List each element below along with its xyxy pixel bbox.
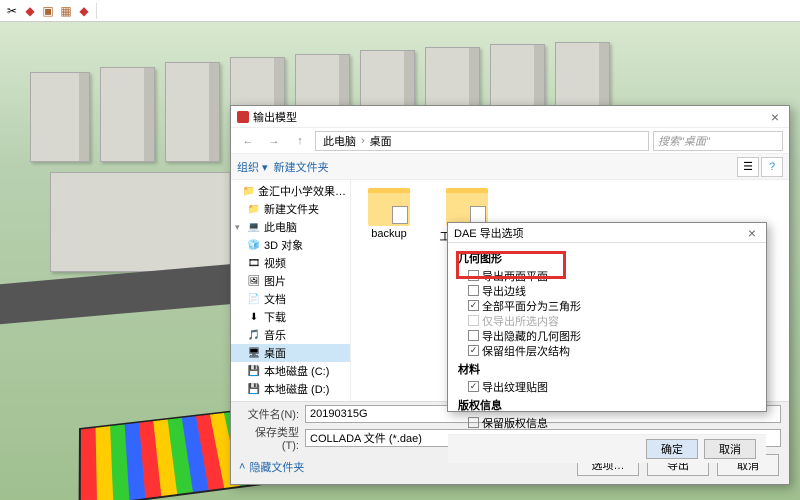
breadcrumb[interactable]: 此电脑 › 桌面	[315, 131, 649, 151]
group-copyright: 版权信息	[458, 397, 756, 413]
app-toolbar: ✂ ◆ ▣ ▦ ◆	[0, 0, 800, 22]
dialog-title: 输出模型	[253, 109, 297, 125]
chk-triangulate[interactable]: 全部平面分为三角形	[458, 298, 756, 313]
tree-item[interactable]: 📁金汇中小学效果…	[231, 182, 350, 200]
file-toolbar: 组织 ▾ 新建文件夹 ☰ ?	[231, 154, 789, 180]
tree-label: 本地磁盘 (C:)	[264, 363, 329, 379]
group-materials: 材料	[458, 361, 756, 377]
search-placeholder: 搜索"桌面"	[658, 133, 710, 149]
tree-item[interactable]: 🖥桌面	[231, 344, 350, 362]
tree-label: 视频	[264, 255, 286, 271]
cancel-button[interactable]: 取消	[704, 439, 756, 459]
options-title: DAE 导出选项	[454, 225, 524, 241]
tree-label: 新建文件夹	[264, 201, 319, 217]
view-mode-icon[interactable]: ☰	[737, 157, 759, 177]
dl-icon: ⬇	[247, 311, 261, 323]
dae-options-dialog: DAE 导出选项 × 几何图形 导出两面平面 导出边线 全部平面分为三角形 仅导…	[447, 222, 767, 412]
filename-label: 文件名(N):	[239, 406, 299, 422]
hide-folders-toggle[interactable]: ˄ 隐藏文件夹	[231, 456, 312, 478]
folder-icon: 📁	[247, 203, 261, 215]
folder-icon	[368, 188, 410, 226]
mus-icon: 🎵	[247, 329, 261, 341]
nav-row: ← → ↑ 此电脑 › 桌面 搜索"桌面"	[231, 128, 789, 154]
nav-fwd-icon[interactable]: →	[263, 131, 285, 151]
tree-label: 下载	[264, 309, 286, 325]
file-label: backup	[371, 228, 406, 240]
chk-selection-only: 仅导出所选内容	[458, 313, 756, 328]
vid-icon: 🎞	[247, 257, 261, 269]
expand-icon: ▾	[235, 222, 244, 233]
tree-item[interactable]: 🖼图片	[231, 272, 350, 290]
desk-icon: 🖥	[247, 347, 261, 359]
tree-label: 文档	[264, 291, 286, 307]
pc-icon: 💻	[247, 221, 261, 233]
disk-icon: 💾	[247, 383, 261, 395]
tool-layers-icon[interactable]: ◆	[22, 3, 38, 19]
tool-box1-icon[interactable]: ▣	[40, 3, 56, 19]
chevron-up-icon: ˄	[239, 461, 245, 473]
app-icon	[237, 111, 249, 123]
tool-box2-icon[interactable]: ▦	[58, 3, 74, 19]
chk-export-edges[interactable]: 导出边线	[458, 283, 756, 298]
ok-button[interactable]: 确定	[646, 439, 698, 459]
chk-hierarchy[interactable]: 保留组件层次结构	[458, 343, 756, 358]
tool-cut-icon[interactable]: ✂	[4, 3, 20, 19]
building	[100, 67, 155, 162]
tree-item[interactable]: 🎵音乐	[231, 326, 350, 344]
obj-icon: 🧊	[247, 239, 261, 251]
tree-label: 图片	[264, 273, 286, 289]
crumb-pc[interactable]: 此电脑	[320, 133, 359, 149]
tree-label: 金汇中小学效果…	[258, 183, 346, 199]
chk-textures[interactable]: 导出纹理贴图	[458, 379, 756, 394]
building	[555, 42, 610, 112]
tool-ruby-icon[interactable]: ◆	[76, 3, 92, 19]
help-icon[interactable]: ?	[761, 157, 783, 177]
close-icon[interactable]: ×	[767, 109, 783, 125]
chk-double-faces[interactable]: 导出两面平面	[458, 268, 756, 283]
folder-icon: 📁	[243, 185, 255, 197]
tree-label: 桌面	[264, 345, 286, 361]
building	[50, 172, 240, 272]
search-input[interactable]: 搜索"桌面"	[653, 131, 783, 151]
tree-item[interactable]: ⬇下载	[231, 308, 350, 326]
group-geometry: 几何图形	[458, 250, 756, 266]
tree-item[interactable]: 💾本地磁盘 (C:)	[231, 362, 350, 380]
dialog-titlebar: 输出模型 ×	[231, 106, 789, 128]
nav-up-icon[interactable]: ↑	[289, 131, 311, 151]
building	[165, 62, 220, 162]
filetype-label: 保存类型(T):	[239, 424, 299, 452]
file-item[interactable]: backup	[359, 188, 419, 240]
nav-back-icon[interactable]: ←	[237, 131, 259, 151]
tree-label: 3D 对象	[264, 237, 303, 253]
tree-label: 音乐	[264, 327, 286, 343]
folder-tree[interactable]: 📁金汇中小学效果…📁新建文件夹▾💻此电脑🧊3D 对象🎞视频🖼图片📄文档⬇下载🎵音…	[231, 180, 351, 401]
chk-credits[interactable]: 保留版权信息	[458, 415, 756, 430]
toolbar-separator	[96, 3, 97, 19]
newfolder-button[interactable]: 新建文件夹	[274, 159, 329, 175]
tree-item[interactable]: 💾本地磁盘 (D:)	[231, 380, 350, 398]
disk-icon: 💾	[247, 365, 261, 377]
crumb-desktop[interactable]: 桌面	[367, 133, 395, 149]
folder-icon	[446, 188, 488, 226]
tree-item[interactable]: 🧊3D 对象	[231, 236, 350, 254]
organize-button[interactable]: 组织 ▾	[237, 159, 268, 175]
chk-hidden-geom[interactable]: 导出隐藏的几何图形	[458, 328, 756, 343]
tree-label: 此电脑	[264, 219, 297, 235]
close-icon[interactable]: ×	[744, 225, 760, 241]
tree-item[interactable]: ▾💻此电脑	[231, 218, 350, 236]
tree-label: 本地磁盘 (D:)	[264, 381, 329, 397]
building	[30, 72, 90, 162]
options-titlebar: DAE 导出选项 ×	[448, 223, 766, 243]
doc-icon: 📄	[247, 293, 261, 305]
tree-item[interactable]: 🎞视频	[231, 254, 350, 272]
chevron-right-icon: ›	[359, 135, 367, 147]
pic-icon: 🖼	[247, 275, 261, 287]
tree-item[interactable]: 📄文档	[231, 290, 350, 308]
tree-item[interactable]: 📁新建文件夹	[231, 200, 350, 218]
